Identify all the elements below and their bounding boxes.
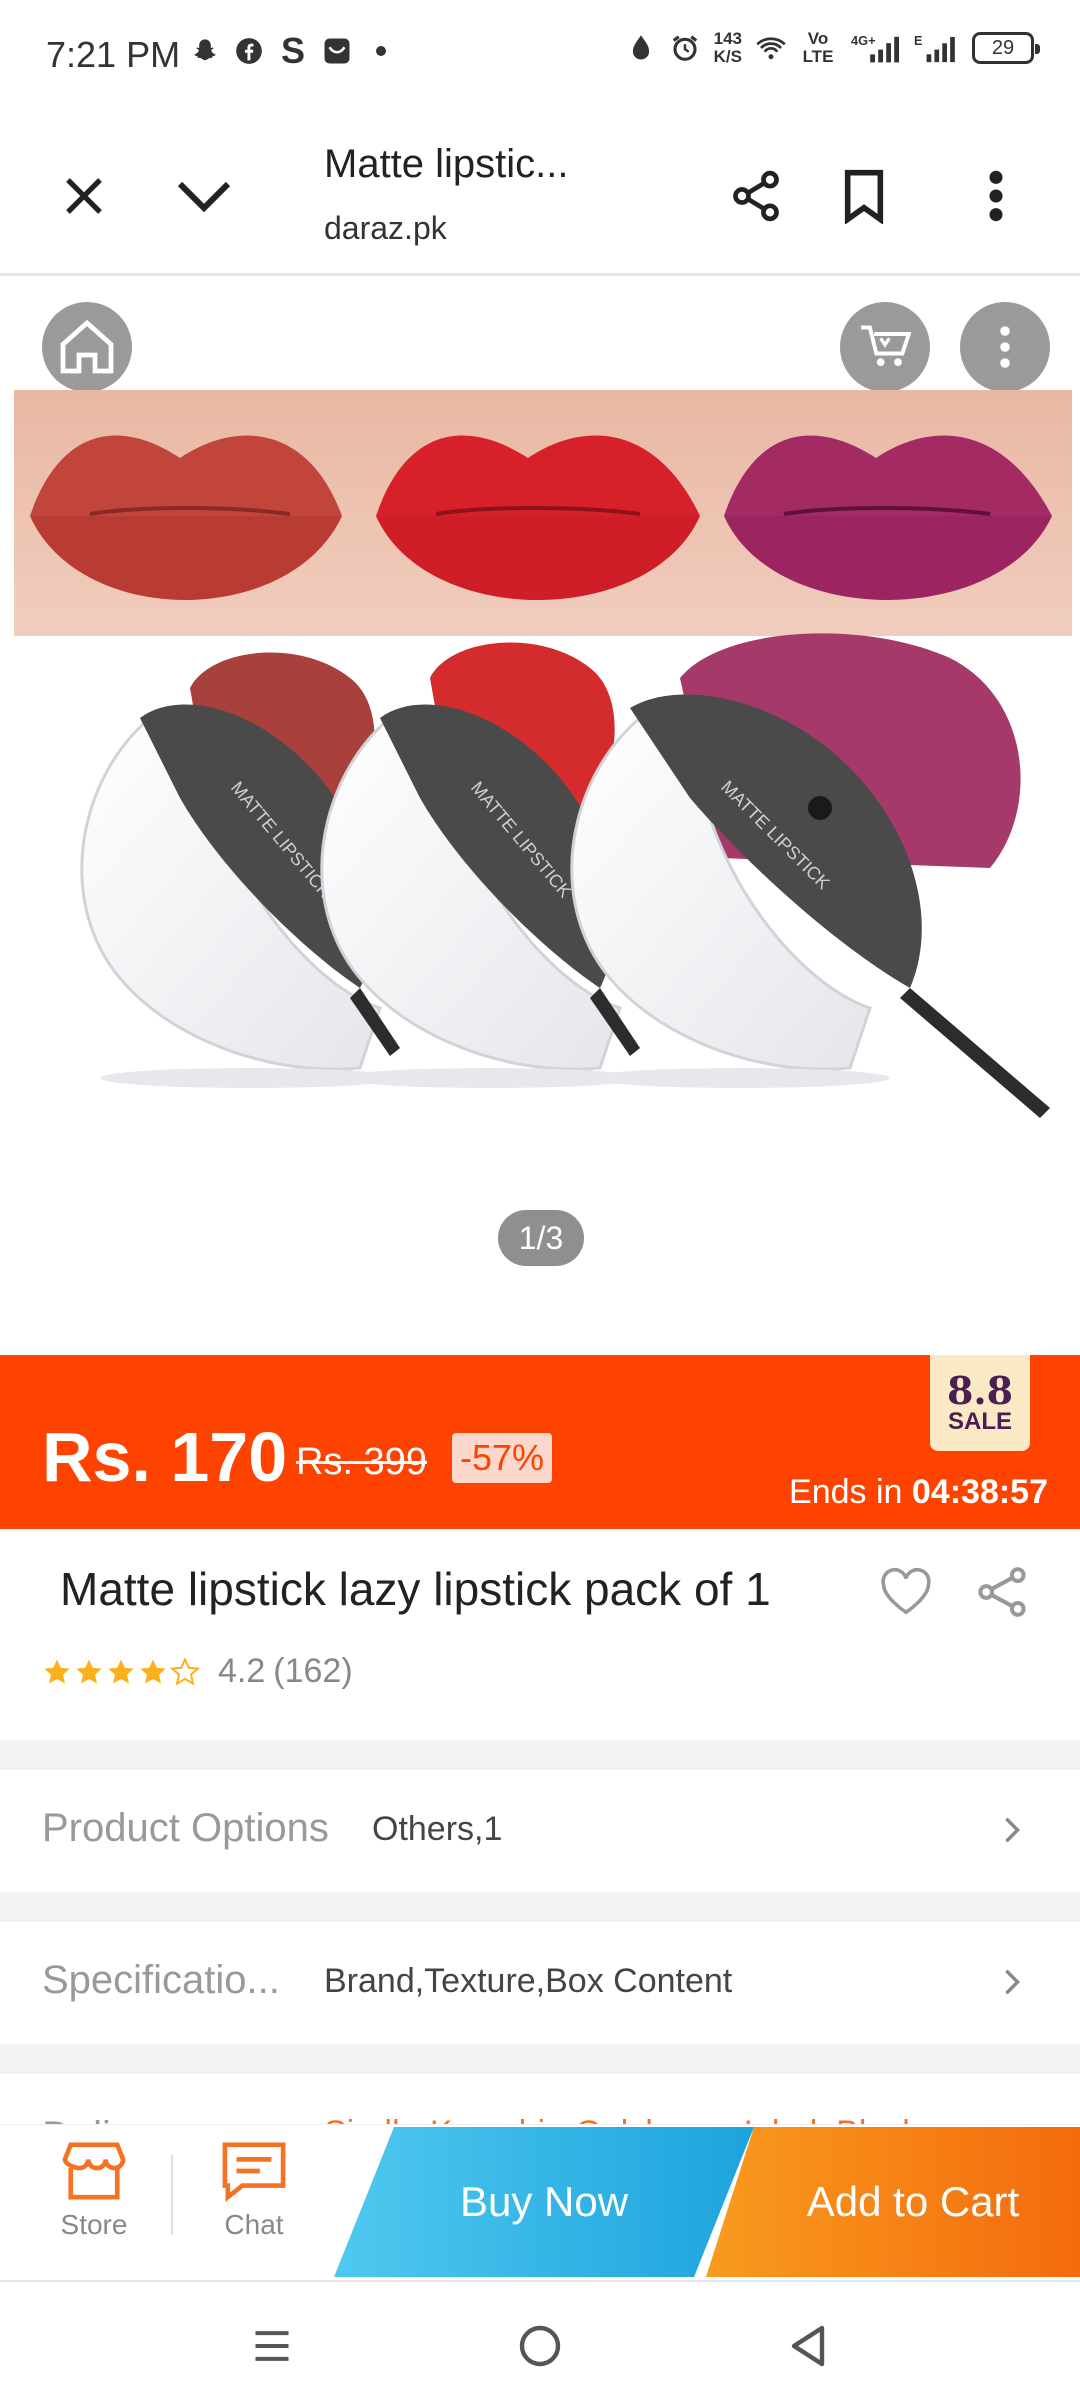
system-status-icons: 143 K/S Vo LTE 4G+ E 29: [626, 29, 1040, 66]
star-full-icon: [140, 1659, 166, 1683]
chat-icon: [222, 2142, 286, 2203]
delivery-row[interactable]: Delivery Sindh, Karachi - Gulshan-e-Iqba…: [0, 2074, 1080, 2124]
wifi-icon: [756, 33, 786, 63]
rating-count: (162): [273, 1652, 353, 1690]
specifications-row[interactable]: Specificatio... Brand,Texture,Box Conten…: [0, 1922, 1080, 2042]
discount-badge: -57%: [452, 1433, 553, 1483]
star-full-icon: [108, 1659, 134, 1683]
back-nav-icon[interactable]: [780, 2318, 836, 2374]
chevron-right-icon: [992, 1810, 1032, 1850]
page-url: daraz.pk: [324, 210, 447, 246]
product-title: Matte lipstick lazy lipstick pack of 1: [60, 1563, 771, 1615]
snapchat-icon: [190, 36, 220, 66]
share-icon[interactable]: [724, 164, 788, 228]
s-app-icon: S: [280, 30, 305, 71]
svg-text:4G+: 4G+: [851, 33, 876, 48]
option-label: Product Options: [42, 1806, 329, 1850]
status-bar: 7:21 PM S 143 K/S Vo LTE 4G+ E 29: [0, 0, 1080, 112]
buy-now-button[interactable]: Buy Now: [334, 2127, 754, 2277]
data-saver-icon: [626, 33, 656, 63]
bottom-action-bar: Store Chat Buy Now Add to Cart: [0, 2124, 1080, 2280]
action-divider: [171, 2155, 173, 2235]
product-gallery[interactable]: MATTE LIPSTICK MATTE LIPSTICK MATTE LIPS…: [0, 278, 1080, 1354]
gallery-more-icon[interactable]: [960, 302, 1050, 392]
star-full-icon: [76, 1659, 102, 1683]
option-label: Specificatio...: [42, 1958, 280, 2002]
product-share-icon[interactable]: [972, 1562, 1032, 1622]
sale-countdown: Ends in 04:38:57: [789, 1473, 1048, 1511]
option-value: Brand,Texture,Box Content: [324, 1962, 733, 2000]
notification-icons: S: [190, 30, 396, 71]
option-label: Delivery: [42, 2114, 186, 2124]
battery-indicator: 29: [972, 32, 1040, 64]
star-empty-icon: [170, 1656, 200, 1685]
chevron-right-icon: [992, 1962, 1032, 2002]
dot-icon: [366, 36, 396, 66]
signal-e-icon: E: [914, 33, 958, 63]
price-banner: Rs. 170 Rs. 399 -57% 8.8 SALE Ends in 04…: [0, 1355, 1080, 1529]
svg-text:E: E: [914, 34, 922, 48]
browser-toolbar: Matte lipstic... daraz.pk: [0, 112, 1080, 276]
add-to-cart-button[interactable]: Add to Cart: [706, 2127, 1080, 2277]
rating-value: 4.2: [218, 1652, 266, 1690]
home-icon[interactable]: [42, 302, 132, 392]
volte-label: Vo LTE: [802, 29, 834, 66]
wishlist-heart-icon[interactable]: [876, 1562, 936, 1622]
cart-icon[interactable]: [840, 302, 930, 392]
signal-4g-icon: 4G+: [850, 33, 900, 63]
product-image: MATTE LIPSTICK MATTE LIPSTICK MATTE LIPS…: [14, 390, 1072, 1118]
option-value: Others,1: [372, 1810, 503, 1848]
image-counter: 1/3: [498, 1210, 584, 1266]
facebook-icon: [234, 36, 264, 66]
lipstick-case-3: MATTE LIPSTICK: [570, 633, 1050, 1118]
rating-row[interactable]: 4.2 (162): [42, 1652, 353, 1691]
product-options-row[interactable]: Product Options Others,1: [0, 1770, 1080, 1890]
store-icon: [62, 2142, 126, 2200]
section-divider: [0, 1892, 1080, 1922]
sale-badge: 8.8 SALE: [930, 1355, 1030, 1451]
original-price: Rs. 399: [296, 1441, 427, 1483]
more-options-icon[interactable]: [964, 164, 1028, 228]
option-value: Sindh, Karachi - Gulshan-e-Iqbal, Block.…: [324, 2114, 948, 2124]
current-price: Rs. 170: [42, 1418, 288, 1496]
section-divider: [0, 1740, 1080, 1770]
system-nav-bar: [0, 2280, 1080, 2400]
status-time: 7:21 PM: [46, 34, 181, 75]
recent-apps-icon[interactable]: [244, 2318, 300, 2374]
bookmark-icon[interactable]: [832, 164, 896, 228]
alarm-icon: [670, 33, 700, 63]
section-divider: [0, 2044, 1080, 2074]
chat-button[interactable]: Chat: [184, 2139, 324, 2241]
close-icon[interactable]: [52, 164, 116, 228]
home-nav-icon[interactable]: [512, 2318, 568, 2374]
chevron-down-icon[interactable]: [172, 164, 236, 228]
message-app-icon: [322, 36, 352, 66]
star-rating: [42, 1656, 200, 1687]
star-full-icon: [44, 1659, 70, 1683]
net-speed: 143 K/S: [713, 29, 742, 66]
store-button[interactable]: Store: [24, 2139, 164, 2241]
page-title: Matte lipstic...: [324, 142, 569, 186]
